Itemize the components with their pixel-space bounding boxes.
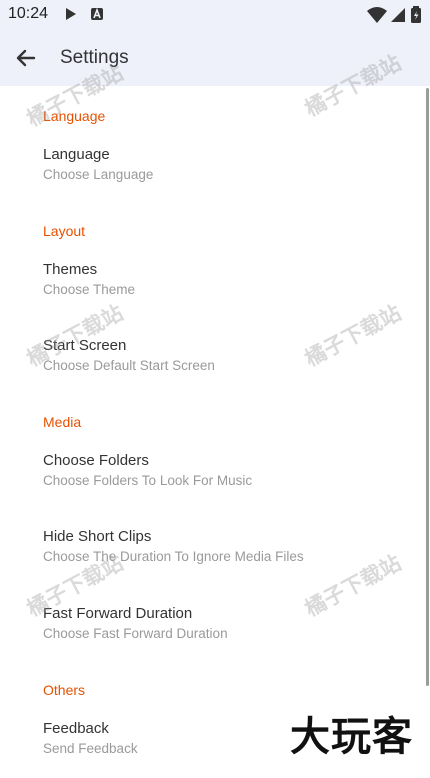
setting-subtitle: Choose The Duration To Ignore Media File… [43,549,304,564]
battery-icon [411,6,421,23]
setting-item-hide-short-clips[interactable]: Hide Short Clips Choose The Duration To … [0,528,420,586]
setting-subtitle: Choose Default Start Screen [43,358,215,373]
setting-title: Language [43,146,110,163]
setting-item-themes[interactable]: Themes Choose Theme [0,261,420,319]
app-bar: Settings [0,30,430,86]
setting-subtitle: Choose Folders To Look For Music [43,473,253,488]
signal-icon [391,8,405,22]
play-icon [66,8,76,20]
setting-title: Themes [43,261,98,278]
setting-title: Feedback [43,720,109,737]
scrollbar[interactable] [426,88,429,686]
setting-title: Hide Short Clips [43,528,152,545]
setting-subtitle: Choose Fast Forward Duration [43,626,228,641]
status-time: 10:24 [8,5,49,22]
section-header-others: Others [43,682,86,698]
wifi-icon [367,7,387,23]
setting-item-language[interactable]: Language Choose Language [0,146,420,204]
setting-subtitle: Choose Language [43,167,154,182]
corner-logo: 大玩客 [290,715,413,759]
setting-subtitle: Choose Theme [43,282,136,297]
section-header-language: Language [43,108,106,124]
notification-a-icon [91,7,103,20]
section-header-layout: Layout [43,223,86,239]
page-title: Settings [60,47,129,68]
setting-item-fast-forward-duration[interactable]: Fast Forward Duration Choose Fast Forwar… [0,605,420,663]
setting-title: Choose Folders [43,452,149,469]
section-header-media: Media [43,414,82,430]
setting-item-choose-folders[interactable]: Choose Folders Choose Folders To Look Fo… [0,452,420,510]
status-bar: 10:24 [0,0,430,30]
setting-title: Start Screen [43,337,127,354]
setting-item-start-screen[interactable]: Start Screen Choose Default Start Screen [0,337,420,395]
back-arrow-icon[interactable] [14,46,38,70]
setting-title: Fast Forward Duration [43,605,193,622]
setting-subtitle: Send Feedback [43,741,138,756]
